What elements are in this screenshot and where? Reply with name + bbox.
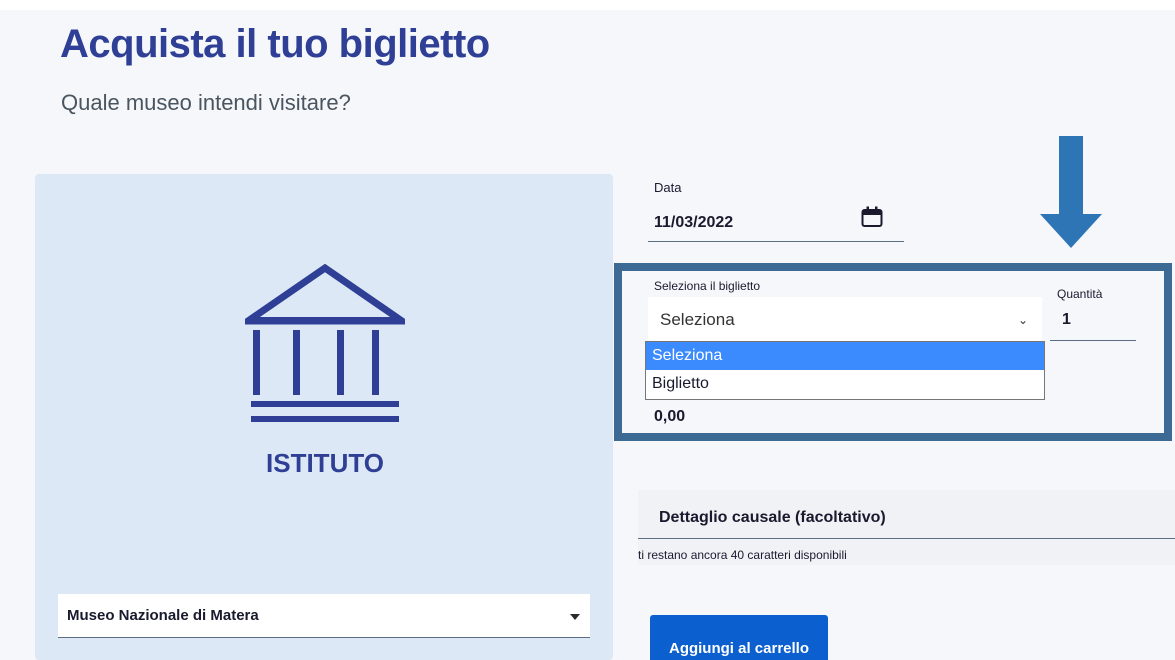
institution-icon	[245, 264, 405, 422]
chevron-down-icon: ⌄	[1017, 313, 1028, 327]
causale-hint: ti restano ancora 40 caratteri disponibi…	[638, 548, 847, 562]
page-title: Acquista il tuo biglietto	[60, 22, 490, 66]
ticket-dropdown-list: Seleziona Biglietto	[645, 341, 1045, 400]
quantity-field[interactable]: 1	[1050, 304, 1136, 341]
quantity-label: Quantità	[1057, 287, 1103, 301]
causale-label: Dettaglio causale (facoltativo)	[659, 509, 886, 526]
museum-select-value: Museo Nazionale di Matera	[67, 607, 259, 624]
dropdown-option-biglietto[interactable]: Biglietto	[646, 370, 1044, 398]
date-field[interactable]: 11/03/2022	[648, 202, 904, 242]
calendar-icon[interactable]	[860, 205, 884, 229]
museum-select[interactable]: Museo Nazionale di Matera	[58, 594, 590, 638]
causale-field[interactable]: Dettaglio causale (facoltativo) ti resta…	[638, 490, 1175, 565]
institute-label: ISTITUTO	[266, 448, 384, 478]
ticket-select[interactable]: Seleziona ⌄	[648, 297, 1042, 341]
quantity-value: 1	[1062, 311, 1071, 328]
page-subtitle: Quale museo intendi visitare?	[61, 90, 351, 115]
causale-underline	[638, 538, 1175, 539]
price-value: 0,00	[654, 408, 686, 425]
caret-down-icon	[570, 614, 580, 620]
add-to-cart-button[interactable]: Aggiungi al carrello	[650, 615, 828, 660]
date-value: 11/03/2022	[654, 214, 734, 231]
top-bar	[0, 0, 1175, 10]
ticket-select-value: Seleziona	[660, 310, 735, 329]
dropdown-option-seleziona[interactable]: Seleziona	[646, 342, 1044, 370]
date-label: Data	[654, 180, 682, 195]
arrow-down-annotation-icon	[1040, 136, 1102, 248]
ticket-label: Seleziona il biglietto	[654, 279, 761, 293]
